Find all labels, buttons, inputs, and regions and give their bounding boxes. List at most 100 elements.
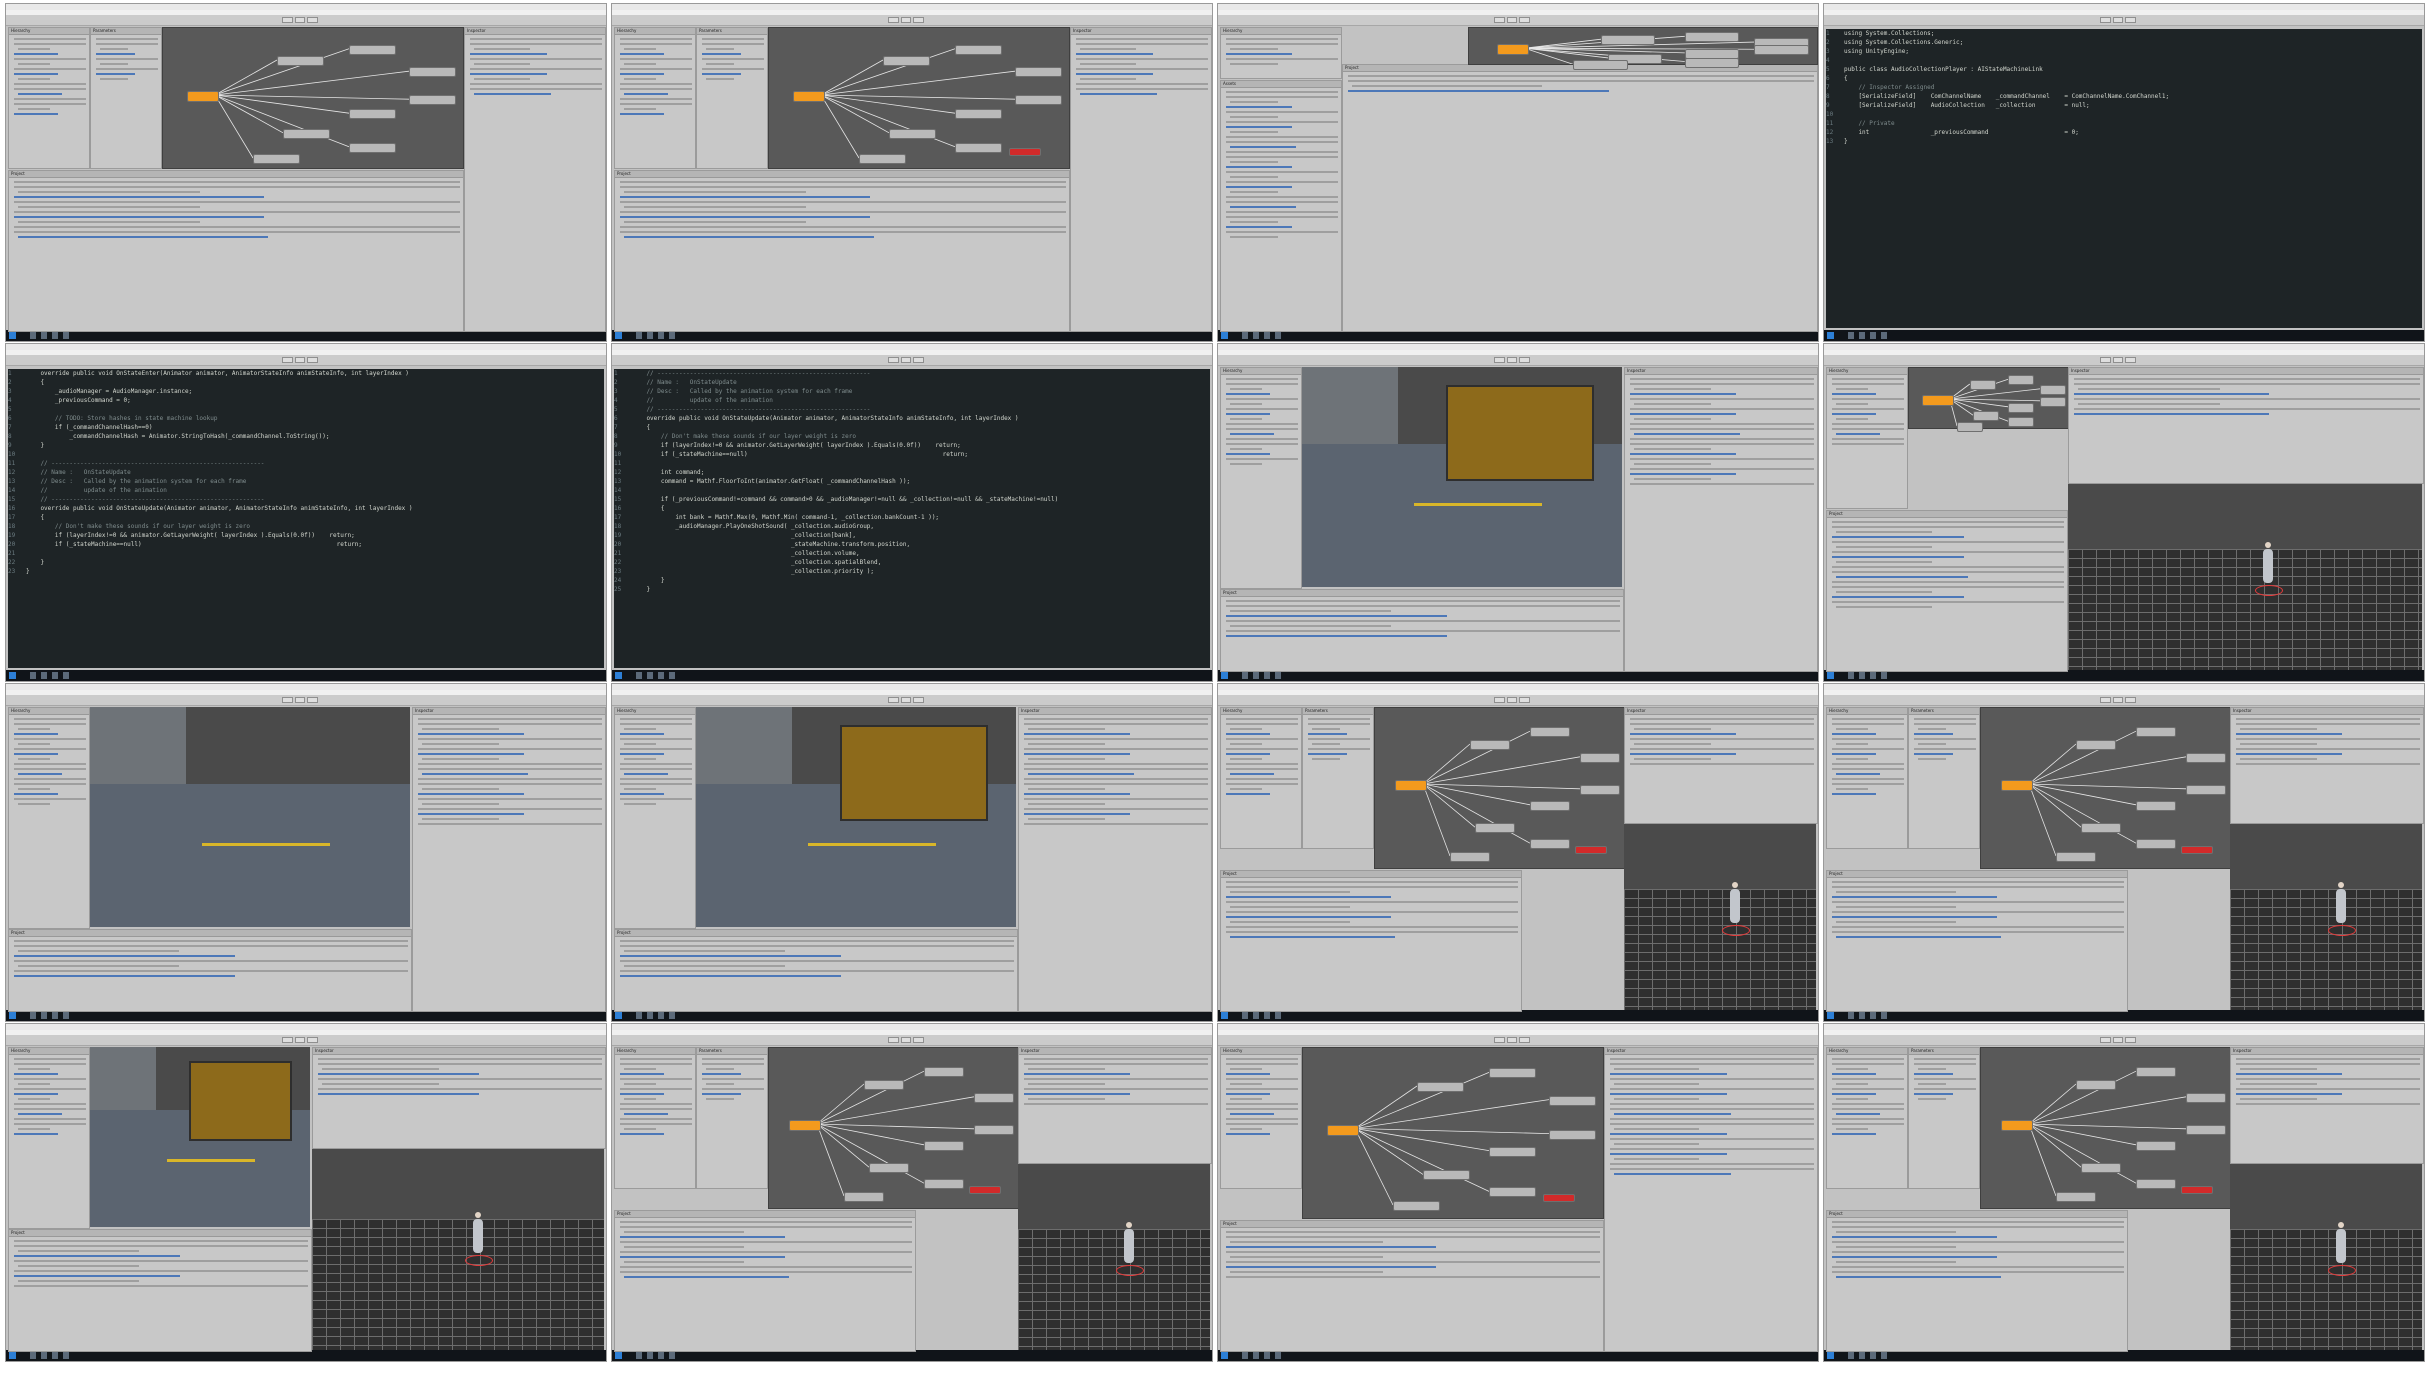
list-item[interactable] bbox=[318, 1063, 602, 1065]
list-item[interactable] bbox=[1226, 896, 1391, 898]
list-item[interactable] bbox=[1226, 43, 1338, 45]
list-item[interactable] bbox=[1230, 403, 1262, 405]
list-item[interactable] bbox=[624, 191, 806, 193]
list-item[interactable] bbox=[14, 196, 264, 198]
unity-icon[interactable] bbox=[1264, 1012, 1270, 1019]
pause-button[interactable] bbox=[1506, 357, 1518, 363]
list-item[interactable] bbox=[14, 798, 86, 800]
hierarchy-panel-tab[interactable]: Hierarchy bbox=[1221, 1048, 1301, 1055]
list-item[interactable] bbox=[1226, 1276, 1600, 1278]
list-item[interactable] bbox=[1312, 728, 1340, 730]
list-item[interactable] bbox=[18, 48, 50, 50]
list-item[interactable] bbox=[1076, 88, 1208, 90]
visual-studio-icon[interactable] bbox=[669, 1352, 675, 1359]
list-item[interactable] bbox=[1230, 921, 1350, 923]
play-button[interactable] bbox=[888, 17, 899, 23]
list-item[interactable] bbox=[1226, 211, 1338, 213]
list-item[interactable] bbox=[18, 206, 200, 208]
list-item[interactable] bbox=[706, 1098, 734, 1100]
list-item[interactable] bbox=[1226, 443, 1298, 445]
code-line[interactable]: 6{ bbox=[1826, 74, 2422, 83]
animator-state[interactable] bbox=[1015, 95, 1062, 106]
list-item[interactable] bbox=[2236, 1078, 2420, 1080]
list-item[interactable] bbox=[1024, 718, 1208, 720]
hierarchy-panel-tab[interactable]: Hierarchy bbox=[615, 28, 695, 35]
animator-state[interactable] bbox=[277, 56, 324, 66]
animator-state[interactable] bbox=[2081, 823, 2121, 834]
list-item[interactable] bbox=[1230, 236, 1278, 238]
list-item[interactable] bbox=[18, 1068, 50, 1070]
list-item[interactable] bbox=[1076, 68, 1208, 70]
animator-graph[interactable] bbox=[1468, 27, 1818, 71]
animator-graph[interactable] bbox=[768, 27, 1070, 169]
explorer-icon[interactable] bbox=[30, 672, 36, 679]
list-item[interactable] bbox=[1230, 1271, 1383, 1273]
windows-icon[interactable] bbox=[615, 1352, 622, 1359]
animator-state[interactable] bbox=[1489, 1187, 1536, 1198]
code-line[interactable]: 10 if (_stateMachine==null) return; bbox=[614, 450, 1210, 459]
list-item[interactable] bbox=[1832, 541, 2064, 543]
step-button[interactable] bbox=[1519, 17, 1531, 23]
list-item[interactable] bbox=[2074, 393, 2269, 395]
browser-icon[interactable] bbox=[41, 1012, 47, 1019]
list-item[interactable] bbox=[624, 788, 656, 790]
avatar-preview[interactable] bbox=[312, 1149, 604, 1350]
list-item[interactable] bbox=[620, 1118, 692, 1120]
browser-icon[interactable] bbox=[1253, 672, 1259, 679]
list-item[interactable] bbox=[318, 1093, 479, 1095]
list-item[interactable] bbox=[620, 975, 842, 977]
list-item[interactable] bbox=[418, 813, 524, 815]
list-item[interactable] bbox=[1832, 1123, 1904, 1125]
list-item[interactable] bbox=[14, 763, 86, 765]
list-item[interactable] bbox=[620, 98, 692, 100]
parameters-panel[interactable]: Parameters bbox=[1302, 707, 1374, 849]
list-item[interactable] bbox=[1836, 758, 1868, 760]
list-item[interactable] bbox=[1076, 73, 1153, 75]
list-item[interactable] bbox=[18, 1113, 62, 1115]
code-line[interactable]: 2 { bbox=[8, 378, 604, 387]
list-item[interactable] bbox=[18, 803, 50, 805]
list-item[interactable] bbox=[1836, 1261, 1956, 1263]
list-item[interactable] bbox=[14, 88, 86, 90]
list-item[interactable] bbox=[1226, 226, 1292, 228]
list-item[interactable] bbox=[14, 1058, 86, 1060]
list-item[interactable] bbox=[422, 728, 499, 730]
list-item[interactable] bbox=[1832, 556, 1964, 558]
hierarchy-panel[interactable]: Hierarchy bbox=[1826, 707, 1908, 849]
list-item[interactable] bbox=[1226, 1093, 1270, 1095]
code-line[interactable]: 19 _collection[bank], bbox=[614, 531, 1210, 540]
list-item[interactable] bbox=[624, 950, 785, 952]
animator-state[interactable] bbox=[1450, 852, 1490, 862]
code-line[interactable]: 14 // update of the animation bbox=[8, 486, 604, 495]
inspector-panel-tab[interactable]: Inspector bbox=[2231, 1048, 2423, 1055]
list-item[interactable] bbox=[624, 206, 806, 208]
animator-graph[interactable] bbox=[1908, 367, 2070, 432]
list-item[interactable] bbox=[1630, 473, 1736, 475]
list-item[interactable] bbox=[702, 58, 764, 60]
step-button[interactable] bbox=[913, 1037, 925, 1043]
list-item[interactable] bbox=[14, 1245, 308, 1247]
list-item[interactable] bbox=[620, 88, 692, 90]
list-item[interactable] bbox=[1634, 418, 1711, 420]
animator-graph[interactable] bbox=[1302, 1047, 1604, 1219]
list-item[interactable] bbox=[1226, 398, 1298, 400]
animator-state[interactable] bbox=[1489, 1146, 1536, 1157]
animator-state[interactable] bbox=[2186, 752, 2226, 763]
windows-icon[interactable] bbox=[9, 672, 16, 679]
list-item[interactable] bbox=[1918, 728, 1946, 730]
list-item[interactable] bbox=[418, 738, 602, 740]
list-item[interactable] bbox=[14, 1063, 86, 1065]
code-line[interactable]: 3 using UnityEngine; bbox=[1826, 47, 2422, 56]
project-panel-tab[interactable]: Project bbox=[615, 171, 1069, 178]
hierarchy-panel[interactable]: Hierarchy bbox=[1826, 1047, 1908, 1189]
animator-state[interactable] bbox=[1475, 823, 1515, 834]
animator-state[interactable] bbox=[955, 44, 1002, 55]
browser-icon[interactable] bbox=[1859, 1012, 1865, 1019]
list-item[interactable] bbox=[1832, 1251, 2124, 1253]
animator-state[interactable] bbox=[2076, 1080, 2116, 1090]
browser-icon[interactable] bbox=[647, 672, 653, 679]
animator-state[interactable] bbox=[1580, 752, 1620, 763]
code-line[interactable]: 16 override public void OnStateUpdate(An… bbox=[8, 504, 604, 513]
list-item[interactable] bbox=[2236, 733, 2342, 735]
list-item[interactable] bbox=[14, 778, 86, 780]
